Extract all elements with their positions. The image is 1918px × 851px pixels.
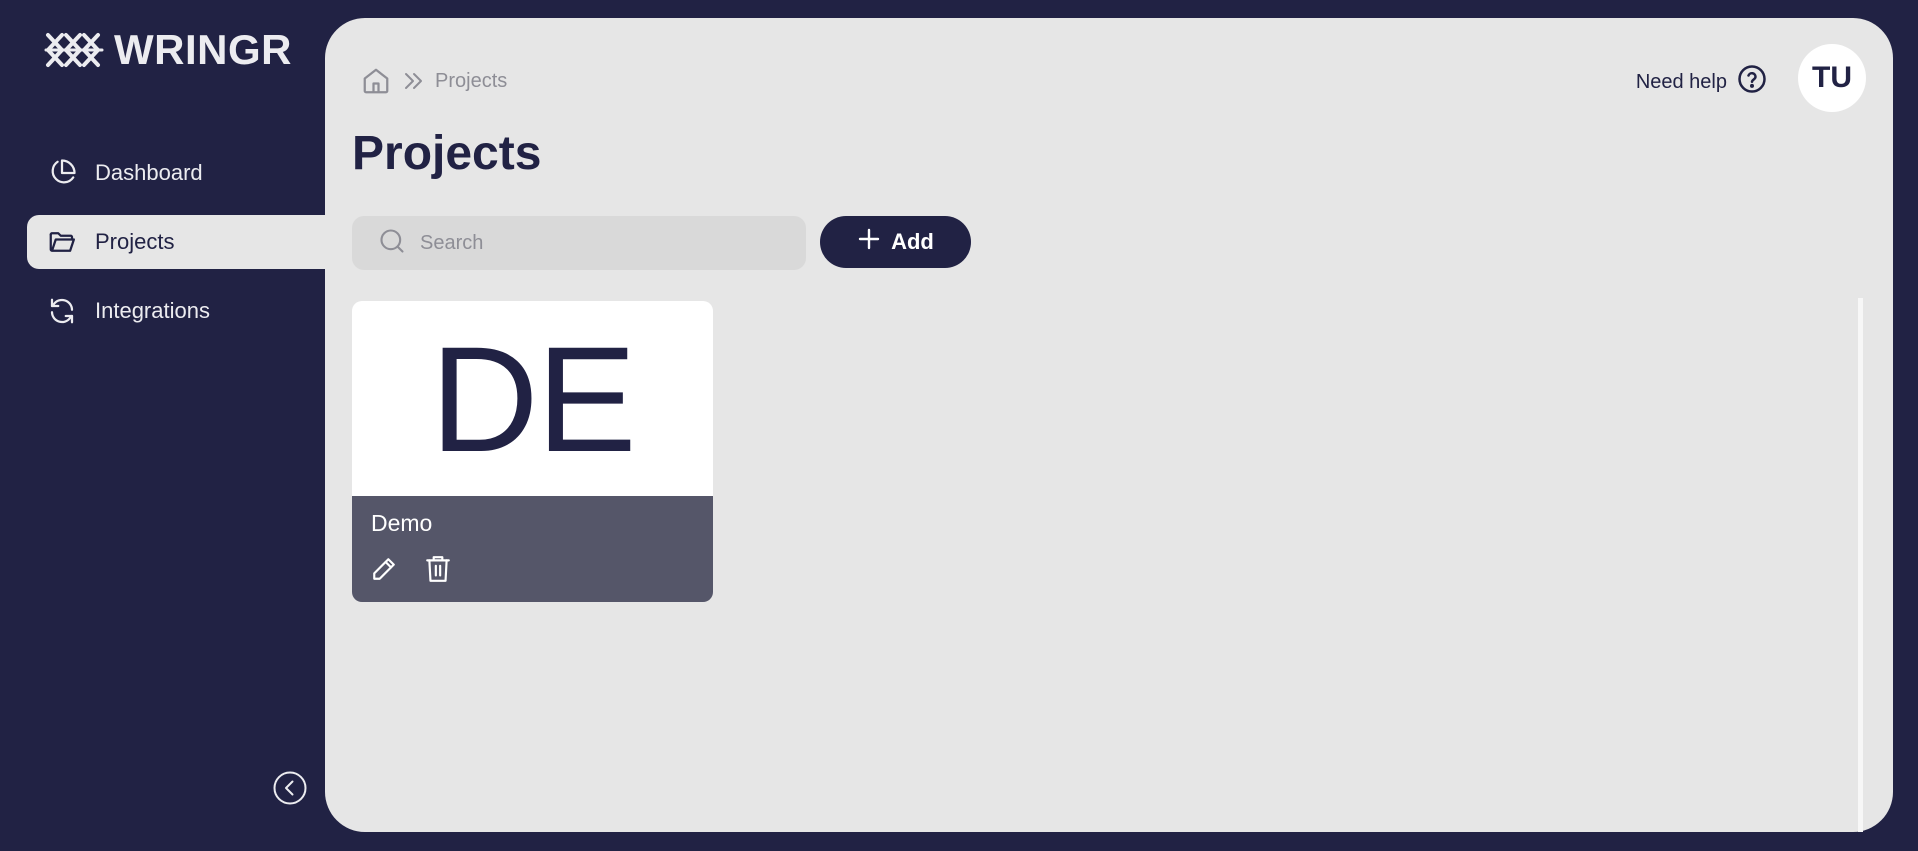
pencil-icon[interactable] [371,555,397,583]
help-label: Need help [1635,70,1727,93]
project-actions [371,555,694,583]
app-logo[interactable]: WRINGR [44,26,292,74]
refresh-icon [47,296,77,326]
project-name: Demo [371,510,433,536]
main-panel: Projects Projects Need help TU Add DE [325,18,1893,832]
app-name: WRINGR [114,26,292,73]
project-card[interactable]: DE Demo [352,301,713,602]
breadcrumb-current: Projects [435,69,508,92]
add-project-button[interactable]: Add [820,216,971,268]
sidebar: WRINGR Dashboard Projects Integrations [0,0,325,851]
collapse-sidebar-button[interactable] [273,771,307,805]
add-label: Add [891,229,934,254]
chevron-left-icon [273,771,307,805]
plus-icon [857,227,881,257]
home-icon[interactable] [361,66,391,96]
avatar[interactable]: TU [1798,44,1866,112]
sidebar-item-label: Integrations [95,298,210,323]
search-icon [378,227,406,260]
project-card-footer: Demo [352,496,713,602]
search-input[interactable] [420,231,780,255]
sidebar-item-integrations[interactable]: Integrations [27,284,325,338]
trash-icon[interactable] [425,555,451,583]
sidebar-item-projects[interactable]: Projects [27,215,325,269]
search-box[interactable] [352,216,806,270]
breadcrumb: Projects [361,66,507,96]
page-title: Projects [352,127,542,180]
project-thumbnail[interactable]: DE [352,301,713,496]
sidebar-nav: Dashboard Projects Integrations [27,146,325,353]
scrollbar[interactable] [1858,298,1863,832]
pie-chart-icon [47,158,77,188]
wringr-logo-icon [44,33,104,67]
question-circle-icon [1737,64,1767,100]
folder-icon [47,227,77,257]
sidebar-item-label: Projects [95,229,175,254]
help-link[interactable]: Need help [1636,64,1767,100]
double-chevron-right-icon [401,69,425,93]
sidebar-item-label: Dashboard [95,160,203,185]
sidebar-item-dashboard[interactable]: Dashboard [27,146,325,200]
